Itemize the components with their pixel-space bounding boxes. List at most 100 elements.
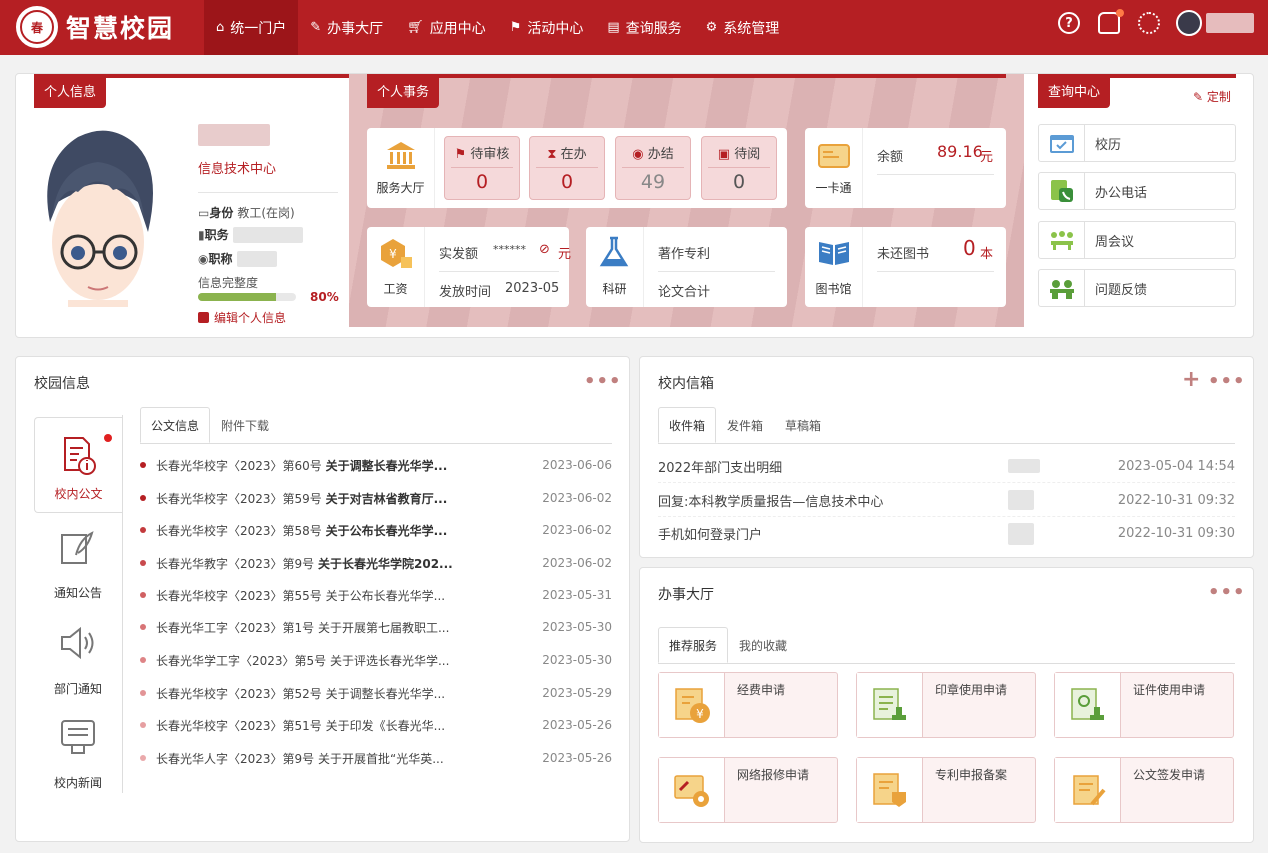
post-label: 职务	[204, 228, 229, 242]
cart-icon: 🛒︎	[407, 20, 424, 35]
nav-label: 活动中心	[527, 20, 584, 37]
nav-app-center[interactable]: 🛒︎ 应用中心	[395, 0, 498, 55]
service-document-signing[interactable]: 公文签发申请	[1054, 757, 1234, 823]
bell-icon[interactable]	[1098, 9, 1124, 34]
news-date: 2023-05-26	[542, 718, 612, 732]
svg-text:¥: ¥	[696, 707, 704, 721]
tab-my-favorites[interactable]: 我的收藏	[728, 627, 798, 663]
query-item-calendar[interactable]: 校历	[1038, 124, 1236, 162]
help-icon[interactable]: ?	[1058, 12, 1080, 34]
news-prefix: 长春光华校字〈2023〉第60号	[156, 458, 326, 473]
divider	[439, 271, 559, 272]
news-item[interactable]: 长春光华校字〈2023〉第51号 关于印发《长春光华... 2023-05-26	[140, 709, 612, 741]
service-seal-application[interactable]: 印章使用申请	[856, 672, 1036, 738]
mailbox-more-button[interactable]: •••	[1208, 371, 1246, 392]
news-item[interactable]: 长春光华教字〈2023〉第9号 关于长春光华学院202... 2023-06-02	[140, 547, 612, 579]
tab-sent[interactable]: 发件箱	[716, 407, 774, 443]
completed-box[interactable]: ◉ 办结 49	[615, 136, 691, 200]
service-funding-application[interactable]: ¥ 经费申请	[658, 672, 838, 738]
news-item[interactable]: 长春光华校字〈2023〉第59号 关于对吉林省教育厅... 2023-06-02	[140, 482, 612, 514]
tab-internal-documents[interactable]: 校内公文	[34, 417, 122, 513]
department: 信息技术中心	[198, 162, 277, 177]
service-hall-more-button[interactable]: •••	[1208, 582, 1246, 603]
settings-gear-icon[interactable]	[1138, 12, 1160, 34]
user-name-blurred	[198, 124, 270, 146]
document-icon: ▣	[717, 147, 735, 162]
service-label: 公文签发申请	[1133, 768, 1206, 782]
tab-official-documents[interactable]: 公文信息	[140, 407, 211, 443]
pending-review-count: 0	[475, 171, 489, 193]
campus-card-card[interactable]: 一卡通 余额 89.16 元	[805, 128, 1006, 208]
pending-review-box[interactable]: ⚑ 待审核 0	[444, 136, 520, 200]
news-date: 2023-05-30	[542, 653, 612, 667]
news-subject: 关于长春光华学院202...	[318, 556, 453, 571]
main-nav: ⌂ 统一门户 ✎ 办事大厅 🛒︎ 应用中心 ⚑ 活动中心 ▤ 查询服务 ⚙ 系统管理	[204, 0, 791, 55]
bullet	[140, 690, 146, 696]
patent-icon	[857, 758, 923, 822]
service-hall-button[interactable]: 服务大厅	[367, 128, 435, 208]
campus-subtabs: 公文信息 附件下载	[140, 407, 280, 443]
nav-label: 应用中心	[429, 20, 486, 37]
divider	[658, 271, 775, 272]
tab-department-notices[interactable]: 部门通知	[34, 611, 122, 707]
tab-inbox[interactable]: 收件箱	[658, 407, 717, 443]
mail-item[interactable]: 手机如何登录门户 2022-10-31 09:30	[658, 517, 1235, 550]
customize-link[interactable]: ✎ 定制	[1193, 88, 1231, 105]
campus-info-title: 校园信息	[34, 376, 90, 392]
service-hall-tabs: 推荐服务 我的收藏	[658, 627, 798, 663]
news-item[interactable]: 长春光华校字〈2023〉第60号 关于调整长春光华学... 2023-06-06	[140, 449, 612, 481]
service-certificate-application[interactable]: 证件使用申请	[1054, 672, 1234, 738]
news-date: 2023-05-26	[542, 751, 612, 765]
mail-subject: 2022年部门支出明细	[658, 460, 783, 476]
personal-info-tag: 个人信息	[34, 74, 107, 108]
mail-item[interactable]: 回复:本科教学质量报告—信息技术中心 2022-10-31 09:32	[658, 484, 1235, 517]
nav-portal[interactable]: ⌂ 统一门户	[204, 0, 299, 55]
query-item-phone[interactable]: 办公电话	[1038, 172, 1236, 210]
news-item[interactable]: 长春光华工字〈2023〉第1号 关于开展第七届教职工... 2023-05-30	[140, 611, 612, 643]
query-item-meeting[interactable]: 周会议	[1038, 221, 1236, 259]
research-card[interactable]: 科研 著作专利 论文合计	[586, 227, 787, 307]
news-date: 2023-06-02	[542, 523, 612, 537]
tab-recommended-services[interactable]: 推荐服务	[658, 627, 729, 663]
edit-profile-link[interactable]: 编辑个人信息	[198, 309, 286, 326]
tab-notices[interactable]: 通知公告	[34, 515, 122, 611]
logo[interactable]: 春 智慧校园	[16, 6, 174, 48]
nav-system-management[interactable]: ⚙ 系统管理	[694, 0, 792, 55]
news-item[interactable]: 长春光华校字〈2023〉第52号 关于调整长春光华学... 2023-05-29	[140, 677, 612, 709]
user-avatar[interactable]	[1176, 10, 1202, 36]
library-label: 图书馆	[815, 282, 852, 296]
service-label: 专利申报备案	[935, 768, 1008, 782]
nav-query-service[interactable]: ▤ 查询服务	[595, 0, 693, 55]
tab-drafts[interactable]: 草稿箱	[774, 407, 832, 443]
to-read-box[interactable]: ▣ 待阅 0	[701, 136, 777, 200]
campus-card-label: 一卡通	[815, 181, 852, 195]
news-item[interactable]: 长春光华学工字〈2023〉第5号 关于评选长春光华学... 2023-05-30	[140, 644, 612, 676]
news-item[interactable]: 长春光华校字〈2023〉第58号 关于公布长春光华学... 2023-06-02	[140, 514, 612, 546]
query-item-feedback[interactable]: 问题反馈	[1038, 269, 1236, 307]
edit-icon	[198, 312, 209, 323]
service-patent-filing[interactable]: 专利申报备案	[856, 757, 1036, 823]
salary-tile: ¥ 工资	[367, 227, 425, 307]
campus-info-more-button[interactable]: •••	[584, 371, 622, 392]
mail-item[interactable]: 2022年部门支出明细 2023-05-04 14:54	[658, 450, 1235, 483]
completed-title: ◉ 办结	[616, 143, 690, 162]
library-card[interactable]: 图书馆 未还图书 0 本	[805, 227, 1006, 307]
box-title-text: 待阅	[734, 147, 761, 162]
eye-off-icon[interactable]: ⊘	[539, 242, 550, 257]
tab-attachment-download[interactable]: 附件下载	[210, 407, 280, 443]
balance-unit: 元	[980, 150, 994, 165]
message-board-icon	[61, 720, 95, 754]
compose-mail-button[interactable]: +	[1182, 367, 1201, 392]
in-progress-box[interactable]: ⧗ 在办 0	[529, 136, 605, 200]
tab-campus-news[interactable]: 校内新闻	[34, 705, 122, 801]
mailbox-panel: 校内信箱 + ••• 收件箱 发件箱 草稿箱 2022年部门支出明细 2023-0…	[639, 356, 1254, 558]
news-item[interactable]: 长春光华人字〈2023〉第9号 关于开展首批“光华英... 2023-05-26	[140, 742, 612, 774]
nav-service-hall[interactable]: ✎ 办事大厅	[298, 0, 395, 55]
svg-text:¥: ¥	[389, 247, 397, 261]
service-network-repair[interactable]: 网络报修申请	[658, 757, 838, 823]
news-title: 长春光华校字〈2023〉第51号 关于印发《长春光华...	[156, 718, 446, 733]
salary-card[interactable]: ¥ 工资 实发额 ****** ⊘ 元 发放时间 2023-05	[367, 227, 571, 307]
service-hall-card: 服务大厅 ⚑ 待审核 0 ⧗ 在办 0 ◉ 办结 49 ▣ 待阅 0	[367, 128, 787, 208]
news-item[interactable]: 长春光华校字〈2023〉第55号 关于公布长春光华学... 2023-05-31	[140, 579, 612, 611]
nav-activity-center[interactable]: ⚑ 活动中心	[498, 0, 596, 55]
